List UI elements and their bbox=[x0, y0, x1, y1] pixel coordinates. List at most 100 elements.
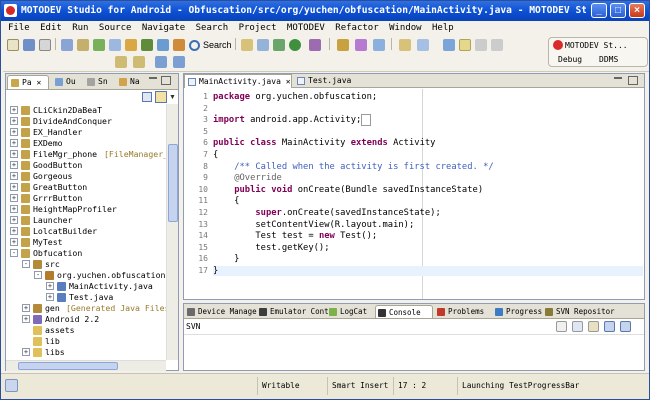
open-console-icon[interactable] bbox=[620, 321, 631, 332]
tab-test-java[interactable]: Test.java bbox=[294, 74, 366, 88]
maximize-editor-icon[interactable] bbox=[628, 76, 638, 85]
menu-navigate[interactable]: Navigate bbox=[142, 23, 185, 33]
tab-mainactivity-java[interactable]: MainActivity.java ✕ bbox=[184, 74, 292, 88]
new-package-icon[interactable] bbox=[77, 39, 89, 51]
annotation-icon[interactable] bbox=[373, 39, 385, 51]
maximize-button[interactable]: □ bbox=[610, 3, 626, 18]
menu-edit[interactable]: Edit bbox=[40, 23, 62, 33]
perspective-debug[interactable]: Debug bbox=[558, 55, 582, 64]
android-sdk-icon[interactable] bbox=[141, 39, 153, 51]
history-back-icon[interactable] bbox=[155, 56, 167, 68]
scroll-lock-icon[interactable] bbox=[572, 321, 583, 332]
tab-console[interactable]: Console bbox=[375, 305, 433, 318]
tab-navigator[interactable]: Na bbox=[116, 75, 144, 89]
expand-icon[interactable]: + bbox=[10, 205, 18, 213]
forward-icon[interactable] bbox=[491, 39, 503, 51]
new-class-icon[interactable] bbox=[93, 39, 105, 51]
menu-motodev[interactable]: MOTODEV bbox=[287, 23, 325, 33]
perspective-motodev[interactable]: MOTODEV St... bbox=[565, 41, 628, 50]
collapse-all-icon[interactable] bbox=[142, 92, 152, 102]
minimize-button[interactable]: _ bbox=[591, 3, 607, 18]
collapse-icon[interactable]: - bbox=[34, 271, 42, 279]
tab-emulator-cont[interactable]: Emulator Cont bbox=[257, 305, 329, 318]
open-type-icon[interactable] bbox=[241, 39, 253, 51]
new-activity-icon[interactable] bbox=[125, 39, 137, 51]
pin-editor-icon[interactable] bbox=[459, 39, 471, 51]
pin-console-icon[interactable] bbox=[588, 321, 599, 332]
external-tools-icon[interactable] bbox=[309, 39, 321, 51]
expand-icon[interactable]: + bbox=[10, 172, 18, 180]
link-with-editor-icon[interactable] bbox=[155, 91, 167, 103]
navigate-forward-icon[interactable] bbox=[133, 56, 145, 68]
tab-problems[interactable]: Problems bbox=[435, 305, 491, 318]
expand-icon[interactable]: + bbox=[10, 106, 18, 114]
display-console-icon[interactable] bbox=[604, 321, 615, 332]
collapse-icon[interactable]: - bbox=[22, 260, 30, 268]
tree-horizontal-scrollbar[interactable] bbox=[6, 360, 166, 371]
code-area[interactable]: package org.yuchen.obfuscation; import an… bbox=[210, 89, 643, 299]
next-annotation-icon[interactable] bbox=[399, 39, 411, 51]
search-button[interactable]: Search bbox=[189, 39, 232, 52]
minimize-view-icon[interactable] bbox=[149, 77, 157, 85]
status-progress[interactable]: Launching TestProgressBar bbox=[457, 377, 647, 395]
tree-item[interactable]: + libs bbox=[6, 346, 164, 358]
menu-window[interactable]: Window bbox=[389, 23, 422, 33]
new-android-project-icon[interactable] bbox=[61, 39, 73, 51]
print-icon[interactable] bbox=[39, 39, 51, 51]
tab-outline[interactable]: Ou bbox=[52, 75, 80, 89]
expand-icon[interactable]: + bbox=[46, 293, 54, 301]
tree-vertical-scrollbar[interactable] bbox=[166, 104, 178, 360]
expand-icon[interactable]: + bbox=[10, 183, 18, 191]
expand-icon[interactable]: + bbox=[22, 348, 30, 356]
toggle-breadcrumb-icon[interactable] bbox=[337, 39, 349, 51]
lint-icon[interactable] bbox=[173, 39, 185, 51]
expand-icon[interactable]: + bbox=[10, 161, 18, 169]
expand-icon[interactable]: + bbox=[10, 238, 18, 246]
tab-snippets[interactable]: Sn bbox=[84, 75, 112, 89]
menu-run[interactable]: Run bbox=[72, 23, 88, 33]
expand-icon[interactable]: + bbox=[10, 150, 18, 158]
new-icon[interactable] bbox=[7, 39, 19, 51]
menu-project[interactable]: Project bbox=[239, 23, 277, 33]
expand-icon[interactable]: + bbox=[10, 216, 18, 224]
previous-annotation-icon[interactable] bbox=[417, 39, 429, 51]
tab-svn-repositor[interactable]: SVN Repositor bbox=[543, 305, 617, 318]
debug-icon[interactable] bbox=[273, 39, 285, 51]
back-icon[interactable] bbox=[475, 39, 487, 51]
avd-manager-icon[interactable] bbox=[157, 39, 169, 51]
maximize-view-icon[interactable] bbox=[161, 76, 171, 85]
fast-view-icon[interactable] bbox=[5, 379, 18, 392]
expand-icon[interactable]: + bbox=[10, 227, 18, 235]
clear-console-icon[interactable] bbox=[556, 321, 567, 332]
new-xml-icon[interactable] bbox=[109, 39, 121, 51]
expand-icon[interactable]: + bbox=[10, 117, 18, 125]
expand-icon[interactable]: + bbox=[22, 304, 30, 312]
navigate-back-icon[interactable] bbox=[115, 56, 127, 68]
collapse-icon[interactable]: - bbox=[10, 249, 18, 257]
menu-file[interactable]: File bbox=[8, 23, 30, 33]
toggle-mark-icon[interactable] bbox=[355, 39, 367, 51]
menu-help[interactable]: Help bbox=[432, 23, 454, 33]
close-button[interactable]: × bbox=[629, 3, 645, 18]
tab-logcat[interactable]: LogCat bbox=[327, 305, 373, 318]
expand-icon[interactable]: + bbox=[10, 194, 18, 202]
tab-progress[interactable]: Progress bbox=[493, 305, 542, 318]
title-bar[interactable]: MOTODEV Studio for Android - Obfuscation… bbox=[1, 1, 649, 21]
expand-icon[interactable]: + bbox=[46, 282, 54, 290]
console-output[interactable] bbox=[184, 334, 644, 371]
open-task-icon[interactable] bbox=[257, 39, 269, 51]
menu-source[interactable]: Source bbox=[99, 23, 132, 33]
expand-icon[interactable]: + bbox=[22, 315, 30, 323]
view-menu-icon[interactable]: ▼ bbox=[169, 94, 176, 101]
tab-device-manage[interactable]: Device Manage bbox=[185, 305, 257, 318]
run-icon[interactable] bbox=[289, 39, 301, 51]
history-forward-icon[interactable] bbox=[173, 56, 185, 68]
menu-search[interactable]: Search bbox=[196, 23, 229, 33]
menu-refactor[interactable]: Refactor bbox=[335, 23, 378, 33]
minimize-editor-icon[interactable] bbox=[614, 77, 622, 84]
perspective-ddms[interactable]: DDMS bbox=[599, 55, 618, 64]
tab-package-explorer[interactable]: Pa ✕ bbox=[7, 75, 49, 89]
last-edit-icon[interactable] bbox=[443, 39, 455, 51]
expand-icon[interactable]: + bbox=[10, 128, 18, 136]
save-icon[interactable] bbox=[23, 39, 35, 51]
